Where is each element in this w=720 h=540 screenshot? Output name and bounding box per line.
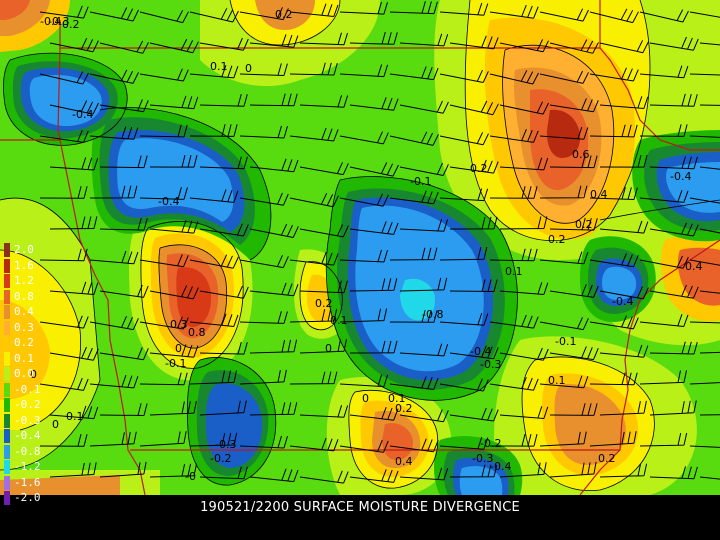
legend-entry: 2.0 [0,243,40,257]
contour-label: -0.3 [215,438,236,451]
map-canvas: -0.4-0.30.20.20.1 0-0.40.6-0.10.2-0.40.40… [0,0,720,495]
contour-label: -0.4 [158,195,179,208]
legend-swatch [4,351,10,366]
legend-swatch [4,258,10,273]
legend-swatch [4,413,10,428]
legend-entry: 1.6 [0,258,40,273]
contour-label: 0 [362,392,369,405]
legend-swatch [4,429,10,443]
map-caption: 190521/2200 SURFACE MOISTURE DIVERGENCE [200,500,520,515]
legend-label: 0.4 [14,305,34,318]
legend-entry: 0.8 [0,289,40,304]
contour-label: 0.1 [210,60,228,73]
contour-label: 0.4 [395,455,413,468]
legend-entry: -0.3 [0,413,41,428]
contour-label: 0.1 [330,314,348,327]
legend-label: -0.1 [14,382,41,396]
contour-label: 0.1 [548,374,566,387]
legend-label: 0.3 [14,320,34,334]
contour-label: 0.3 [170,318,188,331]
contour-label: -0.2 [480,437,501,450]
legend-label: 0.8 [14,289,34,303]
contour-label: 0 [245,62,252,75]
contour-label: -0.4 [72,108,93,121]
contour-label: 0.2 [395,402,413,415]
legend-entry: 0.0 [0,367,40,381]
contour-label: -0.1 [410,175,431,188]
legend-entry: -0.4 [0,429,41,443]
legend-swatch [4,305,10,319]
legend-label: -0.2 [14,398,41,411]
contour-label: 0.2 [470,162,488,175]
contour-label: -0.4 [490,460,511,473]
contour-label: 0.2 [315,297,333,310]
contour-label: -0 [185,470,196,483]
legend-entry: 0.2 [0,336,40,350]
legend-entry: -1.2 [0,460,41,474]
contour-label: 0.2 [598,452,616,465]
moisture-divergence-map: -0.4 -0.3 0.2 0.2 0.1 0 -0.4 0.6 -0.1 0.2 -0.4 0.4 0… [0,0,720,495]
legend-entry: -0.2 [0,398,41,412]
legend-swatch [4,336,10,350]
legend-entry: 1.2 [0,274,40,288]
contour-label: 0.2 [575,218,593,231]
legend-entry: 0.4 [0,305,40,319]
legend-entry: 0.3 [0,320,40,335]
legend-swatch [4,398,10,412]
legend-entry: -1.6 [0,475,41,490]
legend-label: -0.8 [14,444,41,458]
contour-label: 0.1 [505,265,523,278]
contour-label: 0 [52,418,59,431]
legend-label: -1.2 [14,460,41,473]
contour-label: 0.2 [275,8,293,21]
contour-label: 0.8 [188,326,206,339]
contour-label: -0.8 [422,308,443,321]
legend-entry: -0.8 [0,444,41,459]
contour-label: 0 [175,342,182,355]
legend-entry: -0.1 [0,382,41,397]
legend-label: 0.0 [14,367,34,380]
contour-label: 0 [325,342,332,355]
color-legend: 2.0 1.6 1.2 0.8 0.4 0.3 0.2 0.1 0.0 -0.1 -0.2 -0.3 -… [0,243,41,513]
legend-label: 1.2 [14,274,34,287]
contour-label: 0.4 [590,188,608,201]
legend-label: 0.1 [14,351,34,365]
legend-label: -0.4 [14,429,41,442]
legend-swatch [4,460,10,474]
legend-swatch [4,382,10,397]
contour-label: -0.1 [165,357,186,370]
contour-label: -0.4 [612,295,633,308]
legend-swatch [4,367,10,381]
legend-label: 0.2 [14,336,34,349]
contour-label: 0.6 [572,148,590,161]
contour-label: -0.4 [670,170,691,183]
contour-label: -0.4 [470,345,491,358]
legend-swatch [4,289,10,304]
contour-label: 0.1 [66,410,84,423]
contour-label: -0.3 [480,358,501,371]
legend-swatch [4,320,10,335]
contour-label: 0.2 [548,233,566,246]
contour-label: 0.2 [62,18,80,31]
legend-swatch [4,243,10,257]
legend-label: -0.3 [14,413,41,427]
contour-label: -0.2 [210,452,231,465]
legend-swatch [4,274,10,288]
contour-label: 0.4 [685,260,703,273]
contour-label: -0.1 [555,335,576,348]
legend-label: 2.0 [14,243,34,256]
legend-swatch [4,475,10,490]
legend-entry: 0.1 [0,351,40,366]
legend-label: -1.6 [14,475,41,489]
legend-label: 1.6 [14,258,34,272]
legend-swatch [4,444,10,459]
